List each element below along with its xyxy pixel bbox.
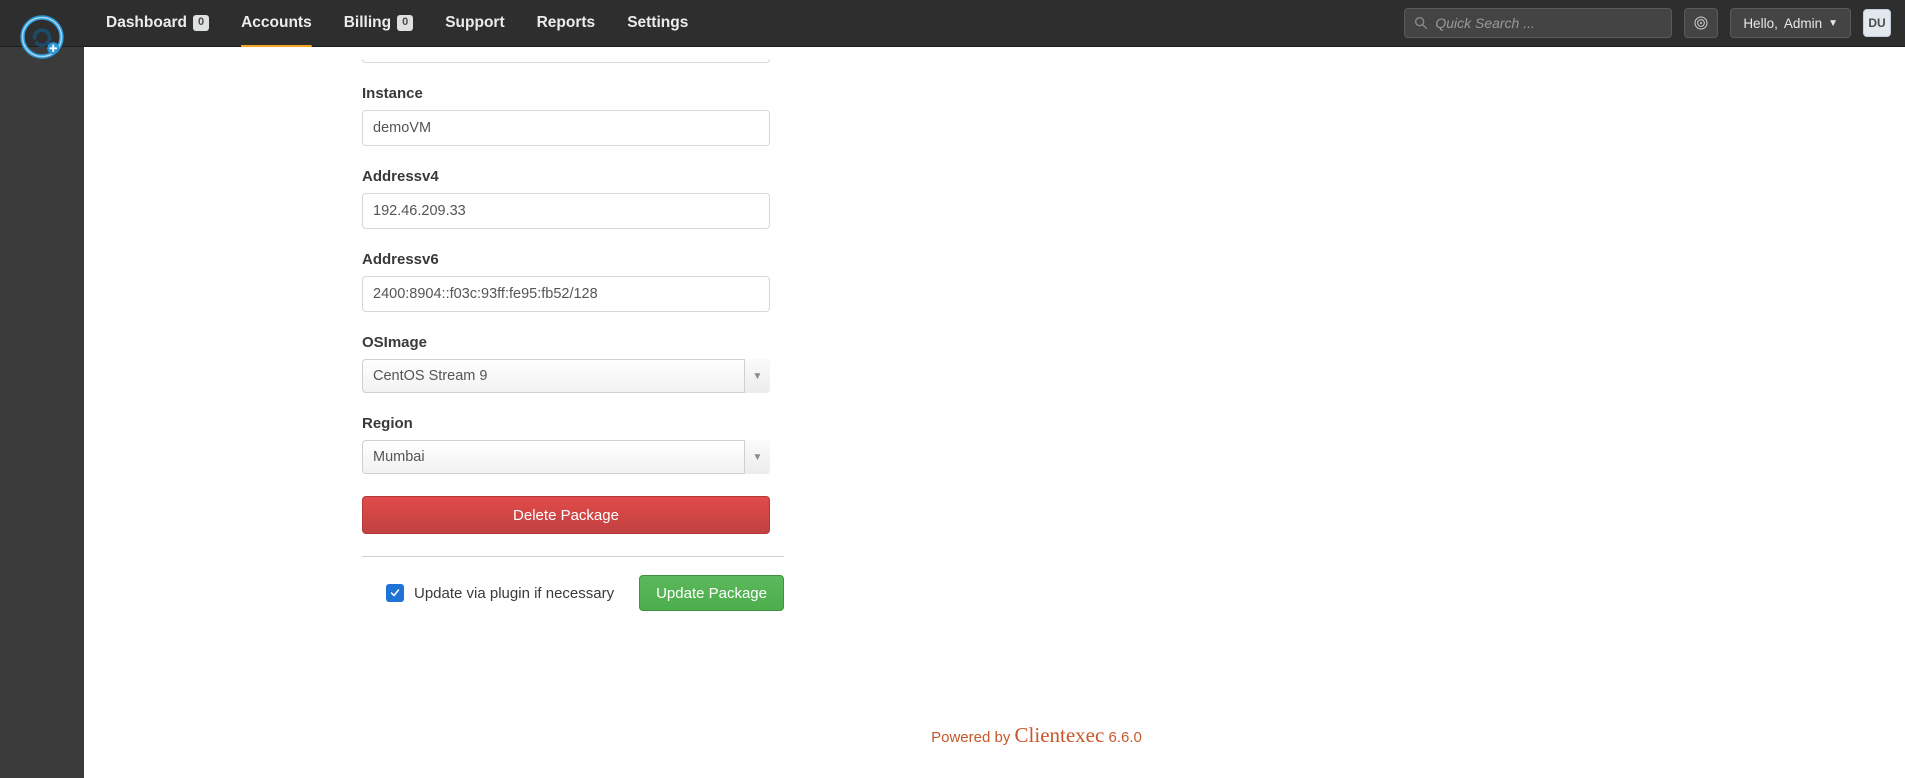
nav-label: Support <box>445 14 504 32</box>
delete-package-button[interactable]: Delete Package <box>362 496 770 534</box>
update-row: Update via plugin if necessary Update Pa… <box>386 575 784 611</box>
group-region: Region Mumbai ▼ <box>362 415 770 474</box>
nav-items: Dashboard 0 Accounts Billing 0 Support R… <box>90 2 704 44</box>
nav-badge: 0 <box>397 15 413 30</box>
nav-label: Billing <box>344 14 391 32</box>
nav-label: Reports <box>537 14 596 32</box>
group-addressv6: Addressv6 <box>362 251 770 312</box>
footer: Powered by Clientexec 6.6.0 <box>168 723 1905 748</box>
region-selected: Mumbai <box>373 449 425 465</box>
label-addressv4: Addressv4 <box>362 168 770 185</box>
label-region: Region <box>362 415 770 432</box>
label-addressv6: Addressv6 <box>362 251 770 268</box>
nav-settings[interactable]: Settings <box>611 2 704 44</box>
update-check-label: Update via plugin if necessary <box>414 585 614 602</box>
search-input[interactable] <box>1435 15 1663 31</box>
nav-right: Hello, Admin ▼ DU <box>1404 8 1905 38</box>
divider <box>362 556 784 557</box>
target-button[interactable] <box>1684 8 1718 38</box>
osimage-selected: CentOS Stream 9 <box>373 368 487 384</box>
powered-by-text: Powered by <box>931 729 1010 746</box>
nav-label: Settings <box>627 14 688 32</box>
user-menu[interactable]: Hello, Admin ▼ <box>1730 8 1851 38</box>
update-check-wrap: Update via plugin if necessary <box>386 584 614 602</box>
nav-support[interactable]: Support <box>429 2 520 44</box>
brand-name[interactable]: Clientexec <box>1015 723 1105 747</box>
update-via-plugin-checkbox[interactable] <box>386 584 404 602</box>
addressv6-field[interactable] <box>362 276 770 312</box>
main-area: Instance Addressv4 Addressv6 OSImage Cen… <box>84 47 1905 778</box>
quick-search[interactable] <box>1404 8 1672 38</box>
osimage-select[interactable]: CentOS Stream 9 ▼ <box>362 359 770 393</box>
package-form: Instance Addressv4 Addressv6 OSImage Cen… <box>362 47 770 534</box>
avatar-initials: DU <box>1868 16 1885 30</box>
version: 6.6.0 <box>1108 729 1141 746</box>
hello-prefix: Hello, <box>1743 16 1778 31</box>
avatar[interactable]: DU <box>1863 9 1891 37</box>
nav-badge: 0 <box>193 15 209 30</box>
group-osimage: OSImage CentOS Stream 9 ▼ <box>362 334 770 393</box>
nav-accounts[interactable]: Accounts <box>225 2 328 44</box>
hello-name: Admin <box>1784 16 1822 31</box>
target-icon <box>1693 15 1709 31</box>
check-icon <box>389 587 401 599</box>
nav-label: Dashboard <box>106 14 187 32</box>
group-addressv4: Addressv4 <box>362 168 770 229</box>
chevron-down-icon: ▼ <box>1828 18 1838 29</box>
chevron-down-icon: ▼ <box>744 359 770 393</box>
logo-icon <box>18 13 66 61</box>
top-navbar: Dashboard 0 Accounts Billing 0 Support R… <box>0 0 1905 47</box>
nav-reports[interactable]: Reports <box>521 2 612 44</box>
label-osimage: OSImage <box>362 334 770 351</box>
left-sidebar-strip <box>0 0 84 778</box>
app-logo[interactable] <box>0 0 84 47</box>
instance-field[interactable] <box>362 110 770 146</box>
region-select[interactable]: Mumbai ▼ <box>362 440 770 474</box>
addressv4-field[interactable] <box>362 193 770 229</box>
chevron-down-icon: ▼ <box>744 440 770 474</box>
nav-billing[interactable]: Billing 0 <box>328 2 429 44</box>
cutoff-field <box>362 59 770 63</box>
group-instance: Instance <box>362 85 770 146</box>
update-package-button[interactable]: Update Package <box>639 575 784 611</box>
search-icon <box>1413 15 1429 31</box>
nav-dashboard[interactable]: Dashboard 0 <box>90 2 225 44</box>
nav-label: Accounts <box>241 14 312 32</box>
label-instance: Instance <box>362 85 770 102</box>
